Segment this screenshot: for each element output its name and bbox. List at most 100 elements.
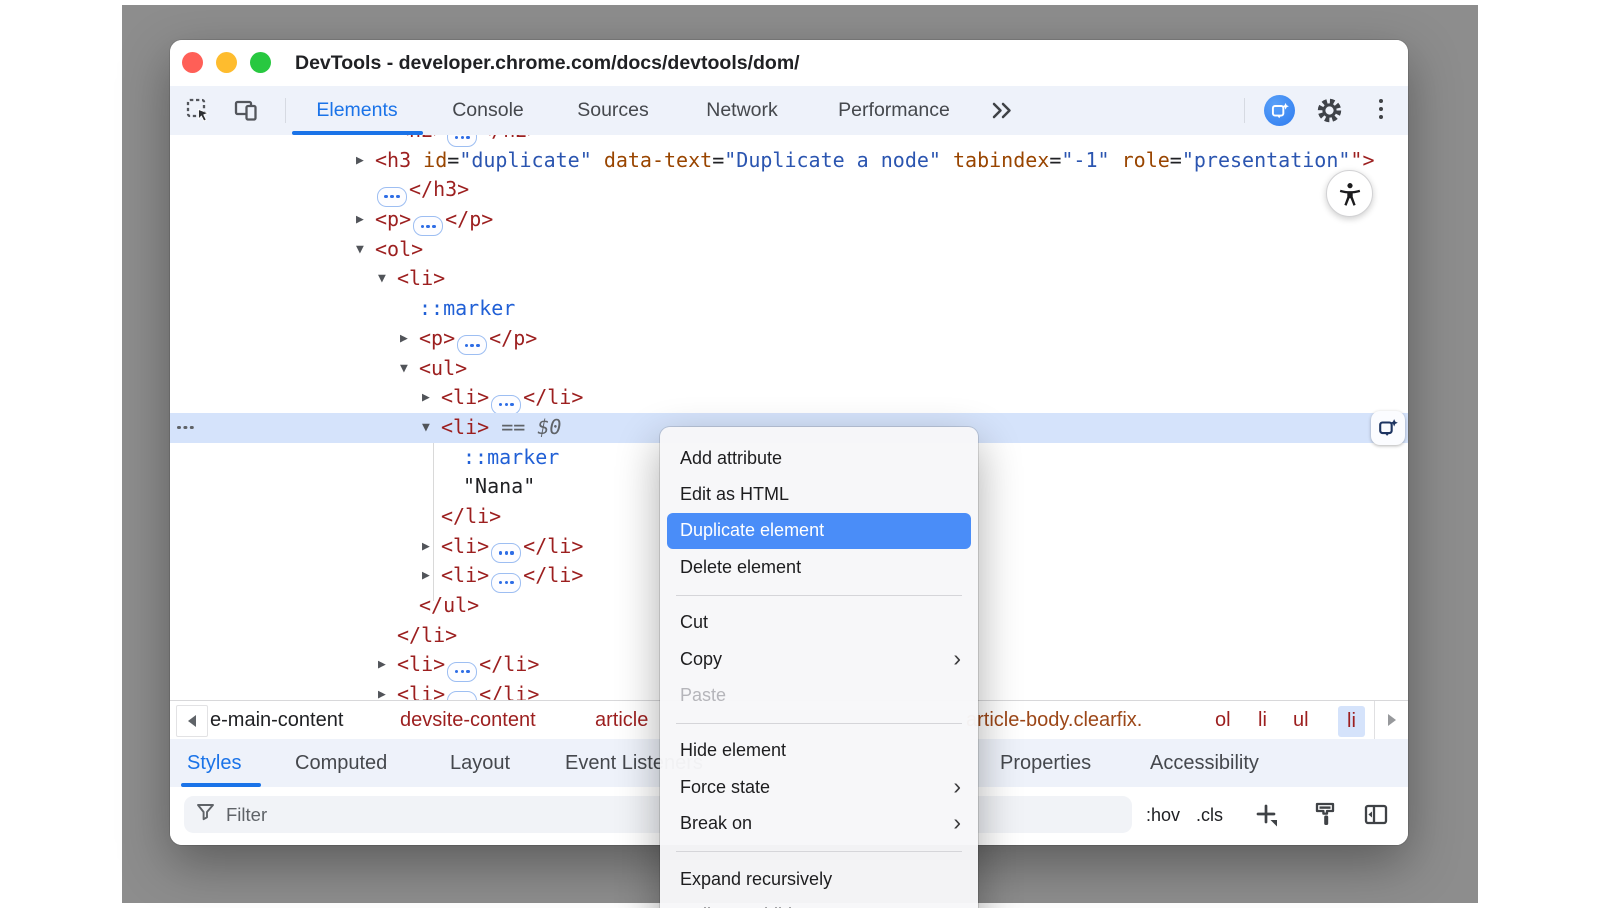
format-paint-icon[interactable] xyxy=(1313,801,1340,834)
context-menu: Add attributeEdit as HTMLDuplicate eleme… xyxy=(660,427,978,908)
dom-node-text: "Nana" xyxy=(463,472,535,502)
syntax-token: <h2> xyxy=(397,135,445,142)
menu-item-cut[interactable]: Cut xyxy=(660,605,978,641)
menu-item-edit-as-html[interactable]: Edit as HTML xyxy=(660,476,978,512)
dom-node[interactable]: ▶<p></p> xyxy=(170,324,1408,354)
breadcrumb-item-article-body-clearfix[interactable]: article-body.clearfix. xyxy=(966,701,1142,739)
syntax-token: </h2> xyxy=(479,135,539,142)
breadcrumb-scroll-right-button[interactable] xyxy=(1374,701,1408,739)
breadcrumb-scroll-left-button[interactable] xyxy=(176,705,208,737)
sidebar-tab-computed[interactable]: Computed xyxy=(295,739,387,787)
menu-item-add-attribute[interactable]: Add attribute xyxy=(660,440,978,476)
syntax-token: </li> xyxy=(523,563,583,587)
dom-node[interactable]: </h3> xyxy=(170,175,1408,205)
expand-arrow-icon[interactable]: ▶ xyxy=(378,650,386,680)
dom-node[interactable]: ▶<li></li> xyxy=(170,383,1408,413)
syntax-token: <li> xyxy=(441,563,489,587)
ai-assistant-button[interactable] xyxy=(1264,95,1295,126)
accessibility-person-icon[interactable] xyxy=(1326,170,1373,217)
tab-performance[interactable]: Performance xyxy=(838,86,950,135)
collapse-arrow-icon[interactable]: ▼ xyxy=(356,235,364,265)
settings-gear-icon[interactable] xyxy=(1315,96,1344,130)
sidebar-tab-layout[interactable]: Layout xyxy=(450,739,510,787)
node-overflow-dots-icon[interactable] xyxy=(177,426,181,430)
expand-arrow-icon[interactable]: ▶ xyxy=(356,205,364,235)
tab-elements[interactable]: Elements xyxy=(316,86,397,135)
device-toolbar-icon[interactable] xyxy=(233,97,261,129)
expand-arrow-icon[interactable]: ▶ xyxy=(422,532,430,562)
breadcrumb-item-li[interactable]: li xyxy=(1258,701,1267,739)
breadcrumb-item-devsite-content[interactable]: devsite-content xyxy=(400,701,536,739)
collapse-arrow-icon[interactable]: ▼ xyxy=(422,413,430,443)
inline-expand-ellipsis-button[interactable] xyxy=(457,335,487,355)
inline-expand-ellipsis-button[interactable] xyxy=(447,662,477,682)
dom-node[interactable]: ▼ <li> xyxy=(170,264,1408,294)
sidebar-tab-accessibility[interactable]: Accessibility xyxy=(1150,739,1259,787)
dom-node[interactable]: ▼<ul> xyxy=(170,354,1408,384)
dom-node[interactable]: ▶<p></p> xyxy=(170,205,1408,235)
syntax-token: <li> xyxy=(441,385,489,409)
inline-expand-ellipsis-button[interactable] xyxy=(491,395,521,415)
menu-item-expand-recursively[interactable]: Expand recursively xyxy=(660,861,978,897)
expand-arrow-icon[interactable]: ▶ xyxy=(422,383,430,413)
dom-node[interactable]: ▶<h3 id="duplicate" data-text="Duplicate… xyxy=(170,146,1408,176)
syntax-token: <ol> xyxy=(375,237,423,261)
dock-panel-icon[interactable] xyxy=(1363,802,1390,833)
dom-node-text: <li></li> xyxy=(397,680,539,700)
syntax-token: id xyxy=(423,148,447,172)
expand-arrow-icon[interactable]: ▶ xyxy=(378,680,386,700)
more-tabs-chevron-icon[interactable] xyxy=(990,99,1015,127)
dom-node[interactable]: ▼ <ol> xyxy=(170,235,1408,265)
menu-item-hide-element[interactable]: Hide element xyxy=(660,733,978,769)
menu-separator xyxy=(676,723,962,724)
tab-network[interactable]: Network xyxy=(706,86,778,135)
filter-funnel-icon xyxy=(196,803,215,826)
syntax-token: <li> xyxy=(397,266,445,290)
menu-item-label: Force state xyxy=(680,777,770,798)
dom-node[interactable]: <h2> </h2> xyxy=(170,135,1408,146)
inspect-cursor-icon[interactable] xyxy=(185,97,212,129)
close-window-button[interactable] xyxy=(182,52,203,73)
breadcrumb-item-ul[interactable]: ul xyxy=(1293,701,1309,739)
filter-field[interactable] xyxy=(184,796,1132,833)
filter-input[interactable] xyxy=(224,803,528,827)
menu-item-break-on[interactable]: Break on› xyxy=(660,806,978,842)
inline-expand-ellipsis-button[interactable] xyxy=(491,573,521,593)
expand-arrow-icon[interactable]: ▶ xyxy=(400,324,408,354)
menu-item-duplicate-element[interactable]: Duplicate element xyxy=(667,513,971,549)
ask-ai-icon[interactable] xyxy=(1371,411,1405,445)
menu-item-copy[interactable]: Copy› xyxy=(660,641,978,677)
dom-node[interactable]: ::marker xyxy=(170,294,1408,324)
window-titlebar: DevTools - developer.chrome.com/docs/dev… xyxy=(170,40,1408,87)
collapse-arrow-icon[interactable]: ▼ xyxy=(378,264,386,294)
zoom-window-button[interactable] xyxy=(250,52,271,73)
collapse-arrow-icon[interactable]: ▼ xyxy=(400,354,408,384)
breadcrumb-item-e-main-content[interactable]: e-main-content xyxy=(210,701,343,739)
sidebar-tab-styles[interactable]: Styles xyxy=(187,739,241,787)
menu-separator xyxy=(676,595,962,596)
expand-arrow-icon[interactable]: ▶ xyxy=(422,561,430,591)
inline-expand-ellipsis-button[interactable] xyxy=(491,543,521,563)
menu-item-collapse-children[interactable]: Collapse children xyxy=(660,897,978,908)
inline-expand-ellipsis-button[interactable] xyxy=(377,187,407,207)
menu-item-force-state[interactable]: Force state› xyxy=(660,769,978,805)
menu-item-delete-element[interactable]: Delete element xyxy=(660,549,978,585)
dom-node-text: </ul> xyxy=(419,591,479,621)
breadcrumb-item-li[interactable]: li xyxy=(1338,706,1365,737)
new-style-rule-plus-icon[interactable] xyxy=(1255,803,1282,834)
tab-sources[interactable]: Sources xyxy=(577,86,649,135)
inline-expand-ellipsis-button[interactable] xyxy=(413,216,443,236)
tab-console[interactable]: Console xyxy=(452,86,524,135)
breadcrumb-item-article[interactable]: article xyxy=(595,701,648,739)
syntax-token: </li> xyxy=(397,623,457,647)
kebab-menu-icon[interactable] xyxy=(1375,99,1387,119)
chevron-right-icon xyxy=(1388,714,1396,726)
breadcrumb-item-ol[interactable]: ol xyxy=(1215,701,1231,739)
sidebar-tab-properties[interactable]: Properties xyxy=(1000,739,1091,787)
minimize-window-button[interactable] xyxy=(216,52,237,73)
expand-arrow-icon[interactable]: ▶ xyxy=(356,146,364,176)
inline-expand-ellipsis-button[interactable] xyxy=(447,691,477,700)
toggle-hover-state-button[interactable]: :hov xyxy=(1146,787,1180,843)
syntax-token: ::marker xyxy=(419,296,515,320)
toggle-element-classes-button[interactable]: .cls xyxy=(1196,787,1223,843)
